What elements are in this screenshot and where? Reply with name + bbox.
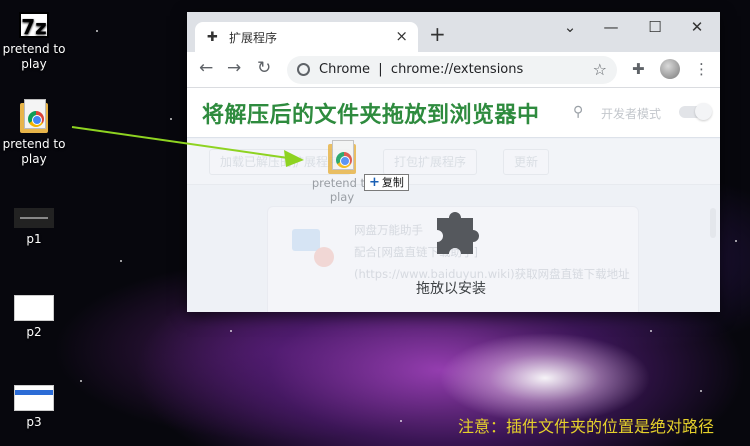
- chrome-site-icon: [297, 63, 310, 76]
- desktop-icon-label: pretend to play: [2, 137, 66, 166]
- search-icon[interactable]: ⚲: [573, 104, 583, 120]
- star: [170, 118, 172, 120]
- tab-strip: ✚ 扩展程序 × + ⌄ — ☐ ✕: [187, 12, 720, 52]
- desktop-icon-7z-archive[interactable]: 7z pretend to play: [0, 12, 68, 72]
- drop-overlay: 拖放以安装: [187, 138, 720, 312]
- 7z-archive-icon: 7z: [19, 12, 49, 39]
- plus-icon: +: [369, 175, 380, 190]
- desktop-icon-p1[interactable]: p1: [0, 208, 68, 247]
- image-thumbnail-icon: [14, 208, 54, 228]
- puzzle-icon: [437, 212, 479, 254]
- desktop-icon-label: p3: [26, 415, 42, 429]
- star: [80, 380, 82, 382]
- extensions-page: 将解压后的文件夹拖放到浏览器中 ⚲ 开发者模式 加载已解压的扩展程序 打包扩展程…: [187, 88, 720, 312]
- minimize-button[interactable]: ⌄: [550, 16, 590, 40]
- image-thumbnail-icon: [14, 295, 54, 321]
- maximize-button[interactable]: ☐: [635, 16, 675, 40]
- forward-icon[interactable]: →: [227, 58, 241, 78]
- bookmark-star-icon[interactable]: ☆: [593, 60, 607, 79]
- desktop-icon-label: pretend to play: [2, 42, 66, 71]
- new-tab-button[interactable]: +: [429, 22, 446, 46]
- address-bar[interactable]: Chrome | chrome://extensions ☆: [287, 56, 617, 84]
- reload-icon[interactable]: ↻: [257, 58, 271, 78]
- dev-mode-label: 开发者模式: [601, 107, 662, 121]
- minimize-window-button[interactable]: —: [591, 16, 631, 40]
- star: [230, 330, 232, 332]
- profile-avatar[interactable]: [660, 59, 680, 79]
- drop-to-install-label: 拖放以安装: [416, 281, 486, 297]
- browser-toolbar: ← → ↻ Chrome | chrome://extensions ☆ ✚ ⋮: [187, 52, 720, 88]
- desktop-icon-p2[interactable]: p2: [0, 295, 68, 340]
- copy-cursor-badge: + 复制: [364, 174, 409, 191]
- extensions-header: 将解压后的文件夹拖放到浏览器中 ⚲ 开发者模式: [187, 88, 720, 138]
- tab-extensions[interactable]: ✚ 扩展程序 ×: [195, 22, 418, 52]
- address-text: Chrome | chrome://extensions: [319, 62, 524, 77]
- extensions-puzzle-icon[interactable]: ✚: [632, 60, 645, 78]
- copy-label: 复制: [381, 176, 404, 189]
- tab-title: 扩展程序: [229, 31, 278, 45]
- absolute-path-note: 注意：插件文件夹的位置是绝对路径: [458, 417, 715, 436]
- star: [700, 390, 702, 392]
- desktop-icon-label: p1: [26, 232, 42, 246]
- desktop-icon-chrome-folder[interactable]: pretend to play: [0, 99, 68, 167]
- back-icon[interactable]: ←: [199, 58, 213, 78]
- dev-mode-toggle[interactable]: [679, 103, 712, 120]
- desktop-icon-p3[interactable]: p3: [0, 385, 68, 430]
- star: [735, 240, 737, 242]
- chrome-window: ✚ 扩展程序 × + ⌄ — ☐ ✕ ← → ↻ Chrome | chrome…: [187, 12, 720, 312]
- dragged-folder[interactable]: pretend to play: [310, 140, 374, 204]
- overlay-instruction: 将解压后的文件夹拖放到浏览器中: [202, 103, 540, 128]
- image-thumbnail-icon: [14, 385, 54, 411]
- desktop-icon-label: p2: [26, 325, 42, 339]
- close-window-button[interactable]: ✕: [677, 16, 717, 40]
- star: [650, 330, 652, 332]
- puzzle-icon: ✚: [207, 30, 218, 45]
- chrome-folder-icon: [328, 140, 356, 174]
- close-tab-icon[interactable]: ×: [395, 27, 408, 45]
- menu-kebab-icon[interactable]: ⋮: [694, 60, 709, 78]
- chrome-folder-icon: [20, 99, 48, 133]
- star: [96, 30, 98, 32]
- star: [120, 260, 122, 262]
- star: [400, 420, 402, 422]
